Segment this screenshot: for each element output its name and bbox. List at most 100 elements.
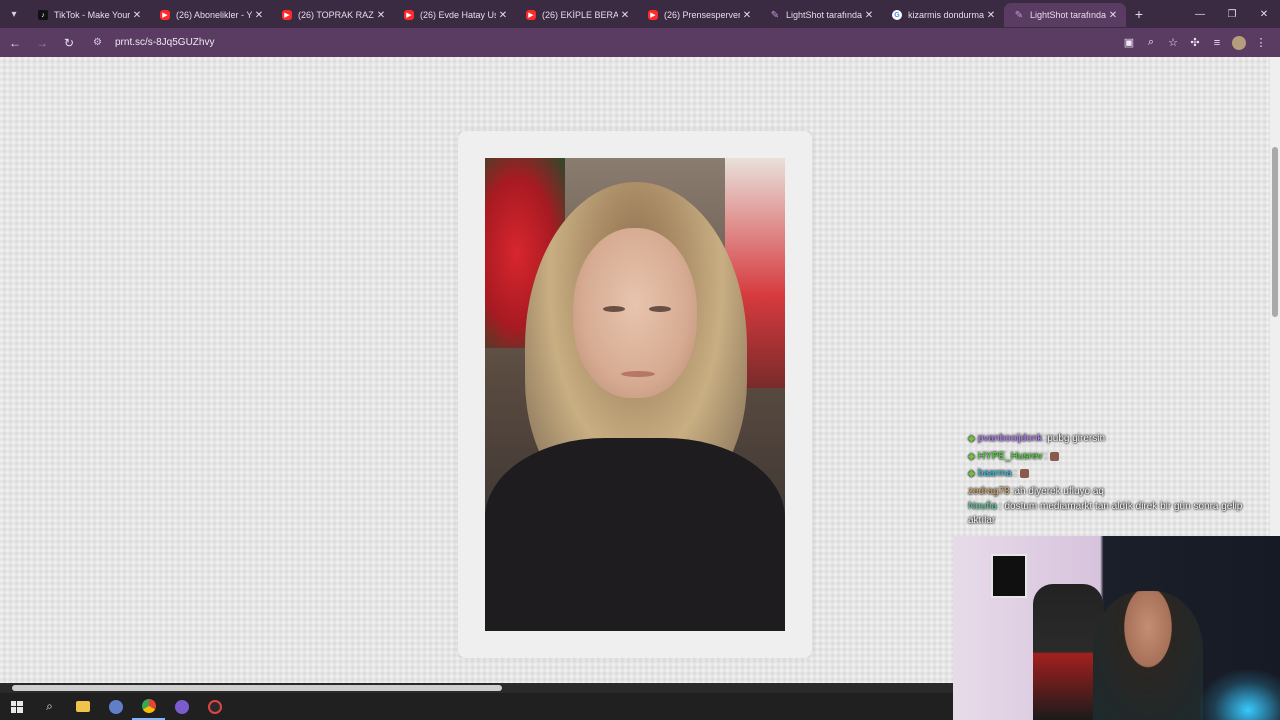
tiktok-favicon-icon: ♪	[38, 10, 48, 20]
led-light	[1200, 670, 1280, 720]
mouth	[621, 371, 655, 377]
taskbar: ⌕	[0, 693, 953, 720]
tab-1[interactable]: ♪ TikTok - Make Your D✕	[28, 3, 150, 27]
stream-chat-overlay: ◆ pvanbooijdonk: pubg girersin ◆ HYPE_Husre…	[968, 430, 1268, 528]
chat-message: Noufia: dostum mediamarkt tan aldık dire…	[968, 500, 1268, 528]
wall-poster	[991, 554, 1027, 598]
tab-title: LightShot tarafından	[1030, 10, 1106, 20]
yt-favicon-icon: ▶	[160, 10, 170, 20]
tab-2[interactable]: ▶ (26) Abonelikler - You✕	[150, 3, 272, 27]
chat-badge-icon: ◆	[968, 450, 975, 461]
close-tab-icon[interactable]: ✕	[862, 10, 876, 21]
yt-favicon-icon: ▶	[404, 10, 414, 20]
tab-title: TikTok - Make Your D	[54, 10, 130, 20]
eye	[603, 306, 625, 312]
file-explorer-icon[interactable]	[66, 693, 99, 720]
ls-favicon-icon: ✎	[1014, 9, 1024, 21]
back-arrow-icon[interactable]: ←	[3, 31, 27, 55]
kebab-menu-icon[interactable]: ⋮	[1250, 32, 1272, 54]
tab-9[interactable]: ✎ LightShot tarafından ✕	[1004, 3, 1126, 27]
close-tab-icon[interactable]: ✕	[374, 10, 388, 21]
chat-text: ah diyerek ufluyo aq	[1014, 485, 1104, 497]
screenshot-card	[458, 131, 812, 658]
search-icon[interactable]: ⌕	[33, 693, 66, 720]
chat-message: ◆ HYPE_Husrev:	[968, 448, 1268, 466]
chat-separator: :	[1013, 468, 1017, 480]
profile-avatar[interactable]	[1232, 35, 1246, 50]
close-tab-icon[interactable]: ✕	[618, 10, 632, 21]
chat-message: ◆ baarma:	[968, 465, 1268, 483]
site-info-icon[interactable]: ⚙	[93, 37, 107, 48]
chat-text: dostum mediamarkt tan aldık direk bir gü…	[968, 501, 1243, 526]
tab-strip: ▾ ♪TikTok - Make Your D✕▶(26) Abonelikle…	[0, 0, 1280, 28]
tab-title: (26) EKİPLE BERABER	[542, 10, 618, 20]
emote-icon	[1050, 451, 1060, 461]
close-tab-icon[interactable]: ✕	[130, 10, 144, 21]
chat-badge-icon: ◆	[968, 433, 975, 444]
close-tab-icon[interactable]: ✕	[496, 10, 510, 21]
yt-favicon-icon: ▶	[526, 10, 536, 20]
tab-4[interactable]: ▶ (26) Evde Hatay Usülü✕	[394, 3, 516, 27]
close-tab-icon[interactable]: ✕	[740, 10, 754, 21]
minimize-icon[interactable]: —	[1184, 0, 1216, 28]
tab-title: (26) Abonelikler - You	[176, 10, 252, 20]
streamer	[1093, 591, 1203, 720]
chat-username: Noufia	[968, 501, 997, 512]
eye	[649, 306, 671, 312]
media-control-icon[interactable]: ≡	[1206, 32, 1228, 54]
chat-badge-icon: ◆	[968, 468, 975, 479]
forward-arrow-icon[interactable]: →	[30, 31, 54, 55]
chat-username: zedrag78	[968, 485, 1010, 497]
windows-start-icon[interactable]	[0, 693, 33, 720]
chat-separator: :	[1044, 450, 1048, 462]
ls-favicon-icon: ✎	[770, 9, 780, 21]
tab-5[interactable]: ▶ (26) EKİPLE BERABER✕	[516, 3, 638, 27]
chat-username: baarma	[977, 468, 1012, 480]
toolbar-icons: ▣ ⌕ ☆ ✣ ≡ ⋮	[1118, 32, 1272, 54]
app-icon[interactable]	[99, 693, 132, 720]
chevron-down-icon[interactable]: ▾	[4, 4, 24, 24]
g-favicon-icon: G	[892, 10, 902, 20]
star-icon[interactable]: ☆	[1162, 32, 1184, 54]
tab-title: (26) TOPRAK RAZGAT	[298, 10, 374, 20]
chat-text: pubg girersin	[1047, 433, 1106, 445]
emote-icon	[1019, 469, 1029, 479]
screenshot-image[interactable]	[485, 158, 785, 631]
tab-list: ♪TikTok - Make Your D✕▶(26) Abonelikler …	[28, 0, 1126, 28]
tab-7[interactable]: ✎ LightShot tarafından ✕	[760, 3, 882, 27]
horizontal-scrollbar[interactable]	[0, 683, 953, 693]
tab-title: (26) Prensesperver ve	[664, 10, 740, 20]
chat-username: HYPE_Husrev	[977, 450, 1043, 462]
webcam-overlay	[953, 536, 1280, 720]
chat-username: pvanbooijdonk	[977, 433, 1043, 445]
close-tab-icon[interactable]: ✕	[984, 10, 998, 21]
close-tab-icon[interactable]: ✕	[1106, 10, 1120, 21]
discord-icon[interactable]	[165, 693, 198, 720]
restore-icon[interactable]: ❐	[1216, 0, 1248, 28]
zoom-icon[interactable]: ⌕	[1140, 32, 1162, 54]
scrollbar-thumb[interactable]	[1272, 147, 1278, 317]
scrollbar-thumb[interactable]	[12, 685, 502, 691]
yt-favicon-icon: ▶	[648, 10, 658, 20]
tab-8[interactable]: Gkizarmis dondurma - ✕	[882, 3, 1004, 27]
yt-favicon-icon: ▶	[282, 10, 292, 20]
reload-icon[interactable]: ↻	[57, 31, 81, 55]
tab-title: kizarmis dondurma -	[908, 10, 984, 20]
address-bar[interactable]: ⚙ prnt.sc/s-8Jq5GUZhvy	[87, 32, 1097, 54]
tab-3[interactable]: ▶ (26) TOPRAK RAZGAT✕	[272, 3, 394, 27]
recorder-icon[interactable]	[198, 693, 231, 720]
window-controls: — ❐ ✕	[1184, 0, 1280, 28]
close-tab-icon[interactable]: ✕	[252, 10, 266, 21]
browser-toolbar: ← → ↻ ⚙ prnt.sc/s-8Jq5GUZhvy ▣ ⌕ ☆ ✣ ≡ ⋮	[0, 28, 1280, 57]
tab-6[interactable]: ▶ (26) Prensesperver ve✕	[638, 3, 760, 27]
chat-message: zedrag78: ah diyerek ufluyo aq	[968, 483, 1268, 501]
shirt	[485, 438, 785, 631]
tab-title: (26) Evde Hatay Usülü	[420, 10, 496, 20]
close-window-icon[interactable]: ✕	[1248, 0, 1280, 28]
url-text: prnt.sc/s-8Jq5GUZhvy	[115, 37, 215, 48]
puzzle-icon[interactable]: ✣	[1184, 32, 1206, 54]
cast-icon[interactable]: ▣	[1118, 32, 1140, 54]
chrome-icon[interactable]	[132, 693, 165, 720]
new-tab-button[interactable]: +	[1128, 3, 1150, 25]
chat-message: ◆ pvanbooijdonk: pubg girersin	[968, 430, 1268, 448]
